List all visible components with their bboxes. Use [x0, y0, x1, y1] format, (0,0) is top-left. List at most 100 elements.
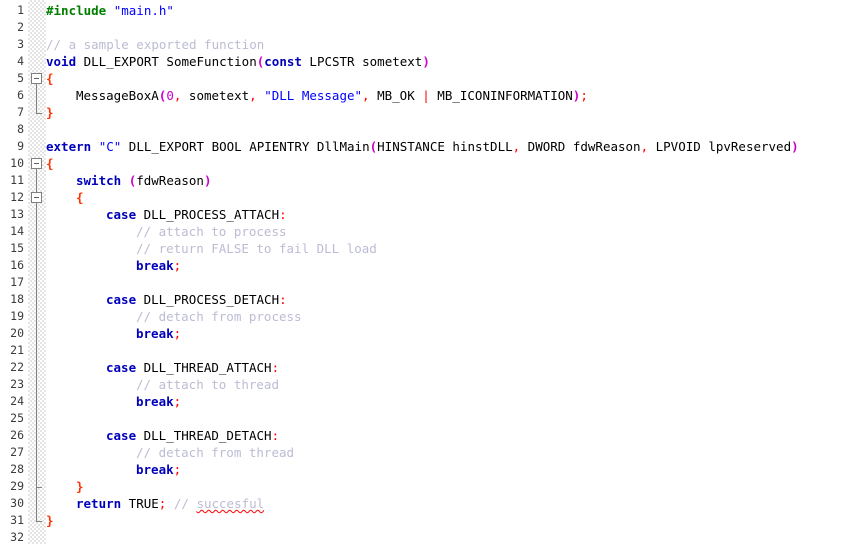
code-line[interactable]: case DLL_PROCESS_ATTACH: — [106, 206, 287, 223]
code-line[interactable]: // a sample exported function — [46, 36, 264, 53]
line-number: 3 — [17, 37, 24, 51]
fold-end-line-7[interactable] — [36, 113, 42, 114]
fold-box-line-5[interactable] — [31, 73, 42, 84]
code-token-pre: #include — [46, 3, 114, 18]
code-editor-view[interactable]: 1 2 3 4 5 6 7 8 9 10 11 12 13 14 15 16 17 18 19 20 21 22 23 24 2… — [0, 0, 867, 544]
code-line[interactable]: extern "C" DLL_EXPORT BOOL APIENTRY DllM… — [46, 138, 799, 155]
code-token-plain: DLL_PROCESS_DETACH — [136, 292, 280, 307]
code-token-brace: { — [46, 71, 54, 86]
code-token-plain: DLL_EXPORT BOOL APIENTRY DllMain — [121, 139, 370, 154]
code-line[interactable]: // detach from thread — [136, 444, 294, 461]
code-token-brace: { — [76, 190, 84, 205]
code-token-plain: DLL_THREAD_ATTACH — [136, 360, 272, 375]
code-line[interactable]: } — [76, 478, 84, 495]
code-token-op: ; — [580, 88, 588, 103]
code-line[interactable]: break; — [136, 393, 181, 410]
line-number: 4 — [17, 54, 24, 68]
code-token-str: "C" — [98, 139, 122, 154]
line-number: 6 — [17, 88, 24, 102]
code-token-plain: DLL_THREAD_DETACH — [136, 428, 272, 443]
code-line[interactable]: // return FALSE to fail DLL load — [136, 240, 377, 257]
code-token-op: | — [422, 88, 430, 103]
line-number-gutter: 1 2 3 4 5 6 7 8 9 10 11 12 13 14 15 16 17 18 19 20 21 22 23 24 2… — [0, 0, 28, 544]
code-token-kw: switch — [76, 173, 122, 188]
line-number: 21 — [10, 343, 24, 357]
code-token-cmt: // attach to process — [136, 224, 287, 239]
code-token-plain: MB_ICONINFORMATION — [429, 88, 573, 103]
line-number: 2 — [17, 20, 24, 34]
code-text-area[interactable]: #include "main.h" // a sample exported fu… — [46, 0, 867, 544]
code-token-paren: ) — [422, 54, 430, 69]
code-line[interactable]: break; — [136, 325, 181, 342]
line-number: 23 — [10, 377, 24, 391]
code-line[interactable]: } — [46, 512, 54, 529]
code-line[interactable]: #include "main.h" — [46, 2, 174, 19]
code-token-kw: const — [264, 54, 302, 69]
code-token-plain: DLL_EXPORT SomeFunction — [76, 54, 257, 69]
code-token-kw: void — [46, 54, 77, 69]
code-token-str: "main.h" — [113, 3, 174, 18]
code-line[interactable]: case DLL_THREAD_ATTACH: — [106, 359, 279, 376]
line-number: 27 — [10, 445, 24, 459]
code-token-cmt: // a sample exported function — [46, 37, 265, 52]
fold-line-5-7 — [36, 84, 37, 113]
code-line[interactable]: case DLL_PROCESS_DETACH: — [106, 291, 287, 308]
line-number: 30 — [10, 496, 24, 510]
line-number: 24 — [10, 394, 24, 408]
code-line[interactable]: } — [46, 104, 54, 121]
fold-box-line-12[interactable] — [31, 192, 42, 203]
code-token-paren: ) — [203, 173, 212, 188]
line-number: 31 — [10, 513, 24, 527]
fold-end-line-31[interactable] — [36, 521, 42, 522]
line-number: 26 — [10, 428, 24, 442]
code-token-paren: ) — [791, 139, 799, 154]
code-token-kw: return — [76, 496, 122, 511]
line-number: 13 — [10, 207, 24, 221]
code-token-kw: case — [106, 207, 137, 222]
code-line[interactable]: break; — [136, 257, 181, 274]
code-line[interactable]: // attach to process — [136, 223, 287, 240]
code-token-op: : — [279, 292, 287, 307]
code-token-plain: DLL_PROCESS_ATTACH — [136, 207, 280, 222]
code-token-cmt: // return FALSE to fail DLL load — [136, 241, 377, 256]
code-line[interactable]: { — [76, 189, 84, 206]
code-token-plain: DWORD fdwReason — [520, 139, 641, 154]
code-token-op: , — [362, 88, 370, 103]
code-token-kw: case — [106, 428, 137, 443]
line-number: 9 — [17, 139, 24, 153]
code-token-plain: HINSTANCE hinstDLL — [377, 139, 513, 154]
fold-box-line-10[interactable] — [31, 158, 42, 169]
code-token-plain: fdwReason — [136, 173, 204, 188]
code-token-op: : — [279, 207, 287, 222]
line-number: 16 — [10, 258, 24, 272]
code-line[interactable]: void DLL_EXPORT SomeFunction(const LPCST… — [46, 53, 430, 70]
line-number: 17 — [10, 275, 24, 289]
code-line[interactable]: return TRUE; // succesful — [76, 495, 264, 512]
line-number: 1 — [17, 3, 24, 17]
code-token-kw: break — [136, 394, 174, 409]
code-line[interactable]: switch (fdwReason) — [76, 172, 211, 189]
code-line[interactable]: { — [46, 155, 54, 172]
fold-end-line-29[interactable] — [36, 487, 42, 488]
code-folding-margin[interactable] — [28, 0, 46, 544]
code-token-op: , — [249, 88, 257, 103]
code-line[interactable]: MessageBoxA(0, sometext, "DLL Message", … — [76, 87, 588, 104]
code-token-brace: } — [46, 105, 54, 120]
code-line[interactable]: case DLL_THREAD_DETACH: — [106, 427, 279, 444]
code-token-kw: break — [136, 326, 174, 341]
line-number: 20 — [10, 326, 24, 340]
code-line[interactable]: // detach from process — [136, 308, 302, 325]
code-token-brace: } — [76, 479, 84, 494]
code-token-str: "DLL Message" — [264, 88, 363, 103]
code-token-plain: sometext — [181, 88, 250, 103]
line-number: 18 — [10, 292, 24, 306]
line-number: 11 — [10, 173, 24, 187]
code-token-plain: LPVOID lpvReserved — [648, 139, 792, 154]
code-line[interactable]: break; — [136, 461, 181, 478]
code-line[interactable]: // attach to thread — [136, 376, 279, 393]
code-line[interactable]: { — [46, 70, 54, 87]
code-token-plain: MB_OK — [369, 88, 423, 103]
code-token-op: ; — [173, 394, 182, 409]
